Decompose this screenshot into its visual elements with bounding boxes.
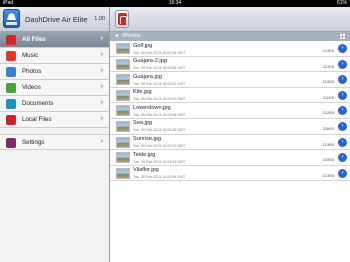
file-date: Tue, 26 Feb 2013 16:02:56 GMT — [133, 66, 186, 71]
lock-icon[interactable] — [115, 10, 129, 28]
file-size: 213KB — [322, 173, 334, 178]
file-size: 213KB — [322, 64, 334, 69]
info-icon[interactable]: › — [338, 44, 347, 53]
photo-thumbnail — [116, 43, 130, 54]
photo-thumbnail — [116, 74, 130, 86]
file-row[interactable]: Kite.jpg Tue, 26 Feb 2013 16:02:50 GMT 211… — [110, 87, 350, 104]
file-list: Golf.jpg Tue, 26 Feb 2013 16:02:48 GMT 213… — [110, 41, 350, 182]
sidebar-item-label: Music — [22, 52, 39, 59]
sidebar-item-label: Documents — [22, 100, 54, 107]
file-date: Tue, 26 Feb 2013 16:03:04 GMT — [133, 159, 186, 164]
file-name: Teide.jpg — [133, 151, 156, 158]
photo-thumbnail — [116, 58, 130, 70]
chevron-right-icon: › — [100, 35, 103, 42]
file-name: Sunrise.jpg — [133, 136, 161, 143]
app-title: DashDrive Air Elite — [25, 15, 88, 24]
file-date: Tue, 26 Feb 2013 16:02:46 GMT — [133, 128, 186, 133]
sidebar-header: DashDrive Air Elite 1.00 — [0, 7, 109, 32]
file-size: 213KB — [322, 49, 334, 53]
status-time: 16:34 — [168, 0, 182, 6]
local-files-icon — [6, 115, 16, 125]
file-name: Kite.jpg — [133, 89, 152, 96]
gear-icon — [6, 138, 16, 148]
file-name: Guajara-2.jpg — [133, 58, 167, 65]
chevron-right-icon: › — [100, 67, 103, 74]
file-row[interactable]: Guajara-2.jpg Tue, 26 Feb 2013 16:02:56 G… — [110, 56, 350, 73]
battery-level: 61% — [336, 0, 347, 6]
sidebar-item-videos[interactable]: Videos › — [0, 80, 109, 96]
sidebar-item-local-files[interactable]: Local Files › — [0, 112, 109, 128]
app-version: 1.00 — [94, 16, 105, 22]
file-row[interactable]: Vilaflor.jpg Tue, 26 Feb 2013 16:02:58 GM… — [110, 165, 350, 182]
sidebar: DashDrive Air Elite 1.00 All Files › Mus… — [0, 7, 110, 262]
file-row[interactable]: Sea.jpg Tue, 26 Feb 2013 16:02:46 GMT 226K… — [110, 118, 350, 135]
photo-thumbnail — [116, 136, 130, 148]
file-size: 226KB — [322, 126, 334, 131]
chevron-right-icon: › — [100, 138, 103, 145]
document-icon — [6, 99, 16, 109]
photo-thumbnail — [116, 120, 130, 132]
file-size: 420KB — [322, 158, 334, 163]
file-size: 212KB — [322, 111, 334, 116]
folder-icon — [6, 35, 16, 45]
sidebar-item-all-files[interactable]: All Files › — [0, 32, 109, 48]
sidebar-item-label: Settings — [22, 139, 45, 146]
sidebar-item-settings[interactable]: Settings › — [0, 134, 109, 150]
file-size: 213KB — [322, 80, 334, 85]
file-date: Tue, 26 Feb 2013 16:02:58 GMT — [133, 175, 186, 180]
file-date: Tue, 26 Feb 2013 16:02:48 GMT — [133, 50, 186, 55]
toolbar — [110, 7, 350, 32]
file-row[interactable]: Sunrise.jpg Tue, 26 Feb 2013 16:02:52 GMT… — [110, 134, 350, 151]
grid-view-icon[interactable] — [340, 34, 346, 39]
file-row[interactable]: Lowerdown.jpg Tue, 26 Feb 2013 16:03:08 G… — [110, 103, 350, 119]
chevron-right-icon: › — [100, 83, 103, 90]
file-date: Tue, 26 Feb 2013 16:02:52 GMT — [133, 144, 186, 149]
sidebar-menu: All Files › Music › Photos › Videos › Do… — [0, 32, 109, 150]
file-row[interactable]: Teide.jpg Tue, 26 Feb 2013 16:03:04 GMT 42… — [110, 150, 350, 166]
file-size: 211KB — [322, 95, 334, 100]
file-size: 213KB — [322, 142, 334, 147]
photo-icon — [6, 67, 16, 77]
file-row[interactable]: Golf.jpg Tue, 26 Feb 2013 16:02:48 GMT 213… — [110, 41, 350, 57]
info-icon[interactable]: › — [338, 106, 347, 116]
sidebar-item-label: All Files — [22, 36, 46, 43]
chevron-right-icon: › — [100, 99, 103, 106]
music-icon — [6, 51, 16, 61]
info-icon[interactable]: › — [338, 75, 347, 85]
info-icon[interactable]: › — [338, 168, 347, 178]
path-bar: ◂ /Photos — [110, 32, 350, 41]
sidebar-item-documents[interactable]: Documents › — [0, 96, 109, 112]
file-name: Guajara.jpg — [133, 73, 162, 80]
photo-thumbnail — [116, 105, 130, 117]
photo-thumbnail — [116, 167, 130, 179]
info-icon[interactable]: › — [338, 137, 347, 147]
photo-thumbnail — [116, 89, 130, 101]
info-icon[interactable]: › — [338, 90, 347, 100]
info-icon[interactable]: › — [338, 121, 347, 131]
photo-thumbnail — [116, 152, 130, 164]
info-icon[interactable]: › — [338, 153, 347, 163]
file-row[interactable]: Guajara.jpg Tue, 26 Feb 2013 16:03:02 GMT… — [110, 72, 350, 88]
file-date: Tue, 26 Feb 2013 16:02:50 GMT — [133, 97, 186, 102]
file-date: Tue, 26 Feb 2013 16:03:02 GMT — [133, 81, 186, 86]
sidebar-item-label: Videos — [22, 84, 41, 91]
video-icon — [6, 83, 16, 93]
file-name: Lowerdown.jpg — [133, 104, 171, 111]
back-arrow-icon[interactable]: ◂ — [115, 32, 118, 41]
chevron-right-icon: › — [100, 51, 103, 58]
sidebar-item-music[interactable]: Music › — [0, 48, 109, 64]
sidebar-item-label: Photos — [22, 68, 42, 75]
status-bar: iPad 16:34 61% — [0, 0, 350, 7]
chevron-right-icon: › — [100, 115, 103, 122]
file-name: Vilaflor.jpg — [133, 167, 159, 174]
file-date: Tue, 26 Feb 2013 16:03:08 GMT — [133, 112, 186, 117]
file-name: Golf.jpg — [133, 42, 153, 49]
current-path: /Photos — [122, 33, 141, 39]
app-logo-icon — [3, 9, 20, 28]
main-panel: ◂ /Photos Golf.jpg Tue, 26 Feb 2013 16:02… — [110, 7, 350, 262]
sidebar-item-photos[interactable]: Photos › — [0, 64, 109, 80]
sidebar-item-label: Local Files — [22, 116, 52, 123]
info-icon[interactable]: › — [338, 59, 347, 69]
file-name: Sea.jpg — [133, 120, 152, 127]
